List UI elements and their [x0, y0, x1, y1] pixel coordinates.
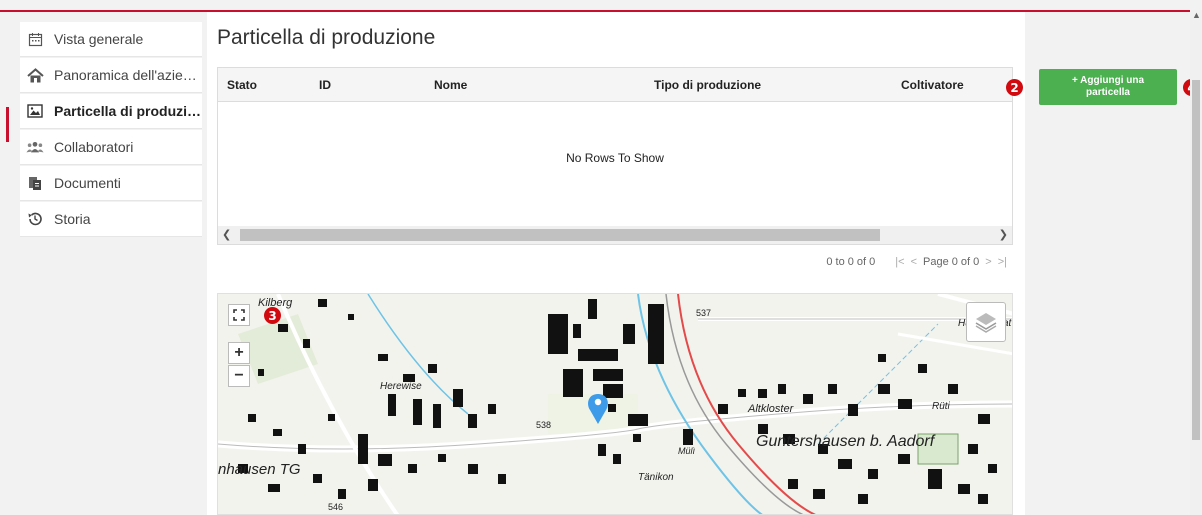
scroll-left-icon[interactable]: ❮ — [222, 228, 231, 241]
svg-text:538: 538 — [536, 420, 551, 430]
sidebar-item-label: Collaboratori — [54, 139, 134, 155]
svg-text:Mülì: Mülì — [678, 446, 696, 456]
sidebar-item-storia[interactable]: Storia — [20, 202, 202, 237]
svg-text:Rüti: Rüti — [932, 401, 951, 412]
map-canvas: Kilberg Herewise Tänikon Mülì Altkloster… — [218, 294, 1012, 514]
sidebar-item-label: Particella di produzio… — [54, 103, 202, 119]
svg-text:Guntershausen b. Aadorf: Guntershausen b. Aadorf — [756, 433, 936, 450]
svg-text:546: 546 — [328, 502, 343, 512]
sidebar-item-collaboratori[interactable]: Collaboratori — [20, 130, 202, 165]
svg-text:537: 537 — [696, 308, 711, 318]
sidebar-item-particella[interactable]: Particella di produzio… — [20, 94, 202, 129]
horizontal-scrollbar[interactable]: ❮ ❯ — [218, 226, 1012, 244]
sidebar-item-vista-generale[interactable]: Vista generale — [20, 22, 202, 57]
main-content: Particella di produzione Stato ID Nome T… — [207, 12, 1025, 515]
sidebar-item-panoramica[interactable]: Panoramica dell'azie… — [20, 58, 202, 93]
svg-text:Tänikon: Tänikon — [638, 472, 674, 483]
page-title: Particella di produzione — [217, 26, 436, 49]
column-header-coltivatore[interactable]: Coltivatore — [901, 78, 964, 92]
scroll-right-icon[interactable]: ❯ — [999, 228, 1008, 241]
fullscreen-icon[interactable] — [228, 304, 250, 326]
calendar-icon — [26, 30, 44, 48]
sidebar-item-label: Storia — [54, 211, 91, 227]
callout-badge-3: 3 — [264, 307, 281, 324]
add-parcel-label-line2: particella — [1086, 87, 1130, 98]
sidebar-item-label: Documenti — [54, 175, 121, 191]
column-header-id[interactable]: ID — [319, 78, 331, 92]
page-indicator: Page 0 of 0 — [923, 256, 980, 268]
sidebar-item-documenti[interactable]: Documenti — [20, 166, 202, 201]
first-page-button[interactable]: |< — [895, 256, 904, 268]
add-parcel-button[interactable]: + Aggiungi una particella — [1039, 69, 1177, 105]
map-view[interactable]: Kilberg Herewise Tänikon Mülì Altkloster… — [217, 293, 1013, 515]
pagination: 0 to 0 of 0 |< < Page 0 of 0 > >| — [826, 256, 1007, 268]
parcels-table: Stato ID Nome Tipo di produzione Coltiva… — [217, 67, 1013, 245]
vertical-scroll-thumb[interactable] — [1192, 80, 1200, 440]
documents-icon — [26, 174, 44, 192]
column-header-nome[interactable]: Nome — [434, 78, 467, 92]
pagination-summary: 0 to 0 of 0 — [826, 256, 876, 268]
history-icon — [26, 210, 44, 228]
svg-text:nhausen TG: nhausen TG — [218, 461, 301, 478]
sidebar-item-label: Vista generale — [54, 31, 144, 47]
svg-text:Altkloster: Altkloster — [747, 403, 795, 415]
home-icon — [26, 66, 44, 84]
empty-table-message: No Rows To Show — [566, 151, 664, 165]
column-header-stato[interactable]: Stato — [227, 78, 257, 92]
active-indicator — [6, 107, 9, 142]
image-icon — [26, 102, 44, 120]
zoom-in-button[interactable]: + — [228, 342, 250, 364]
layers-icon[interactable] — [966, 302, 1006, 342]
next-page-button[interactable]: > — [985, 256, 991, 268]
sidebar-item-label: Panoramica dell'azie… — [54, 67, 197, 83]
scroll-up-icon[interactable]: ▲ — [1192, 10, 1201, 20]
table-header: Stato ID Nome Tipo di produzione Coltiva… — [218, 68, 1012, 102]
last-page-button[interactable]: >| — [998, 256, 1007, 268]
svg-text:Herewise: Herewise — [380, 381, 422, 392]
callout-badge-2: 2 — [1006, 79, 1023, 96]
sidebar: Vista generale Panoramica dell'azie… Par… — [0, 12, 226, 515]
users-icon — [26, 138, 44, 156]
add-parcel-label-line1: + Aggiungi una — [1071, 75, 1145, 86]
zoom-out-button[interactable]: − — [228, 365, 250, 387]
column-header-tipo[interactable]: Tipo di produzione — [654, 78, 761, 92]
horizontal-scroll-thumb[interactable] — [240, 229, 880, 241]
vertical-scrollbar[interactable]: ▲ — [1190, 10, 1202, 515]
prev-page-button[interactable]: < — [911, 256, 917, 268]
